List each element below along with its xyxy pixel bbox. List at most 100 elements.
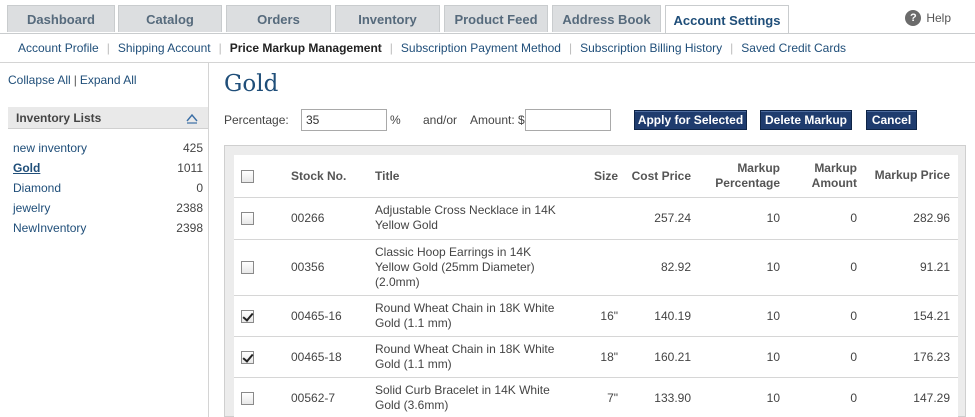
subnav-subscription-billing-history[interactable]: Subscription Billing History — [580, 41, 722, 55]
subnav-separator: | — [389, 41, 393, 55]
table-row[interactable]: 00465-16 Round Wheat Chain in 18K White … — [234, 295, 958, 337]
collapse-up-icon[interactable] — [186, 112, 198, 124]
col-size[interactable]: Size — [578, 155, 624, 198]
cell-markup-price: 91.21 — [863, 239, 958, 296]
row-checkbox[interactable] — [241, 212, 254, 226]
cell-title: Round Wheat Chain in 18K White Gold (1.1… — [363, 295, 578, 337]
row-checkbox[interactable] — [241, 261, 254, 275]
tab-product-feed[interactable]: Product Feed — [444, 5, 548, 32]
amount-label: Amount: $ — [470, 113, 525, 127]
inventory-item-diamond[interactable]: Diamond 0 — [13, 178, 203, 198]
cell-size — [578, 197, 624, 240]
percent-sign: % — [390, 113, 401, 127]
cell-cost-price: 160.21 — [624, 336, 697, 378]
cell-markup-amount: 0 — [786, 336, 863, 378]
inventory-item-jewelry[interactable]: jewelry 2388 — [13, 198, 203, 218]
subnav-subscription-payment-method[interactable]: Subscription Payment Method — [401, 41, 561, 55]
row-checkbox[interactable] — [241, 391, 254, 405]
cell-title: Classic Hoop Earrings in 14K Yellow Gold… — [363, 239, 578, 296]
col-markup-percentage[interactable]: Markup Percentage — [697, 155, 786, 198]
inventory-list: new inventory 425 Gold 1011 Diamond 0 je… — [13, 138, 203, 238]
cell-markup-price: 176.23 — [863, 336, 958, 378]
table-row[interactable]: 00562-7 Solid Curb Bracelet in 14K White… — [234, 377, 958, 417]
inventory-item-name[interactable]: Diamond — [13, 181, 61, 195]
inventory-item-name[interactable]: Gold — [13, 161, 40, 175]
cell-markup-percentage: 10 — [697, 239, 786, 296]
collapse-expand-links: Collapse All | Expand All — [8, 73, 137, 87]
inventory-item-count: 425 — [182, 141, 203, 155]
cell-stock-no: 00266 — [279, 197, 363, 240]
subnav-account-profile[interactable]: Account Profile — [18, 41, 99, 55]
sidebar: Collapse All | Expand All Inventory Lists … — [0, 63, 209, 417]
cell-markup-amount: 0 — [786, 377, 863, 417]
collapse-all-link[interactable]: Collapse All — [8, 73, 71, 87]
table-row[interactable]: 00266 Adjustable Cross Necklace in 14K Y… — [234, 197, 958, 240]
cell-stock-no: 00356 — [279, 239, 363, 296]
tab-inventory[interactable]: Inventory — [335, 5, 440, 32]
inventory-lists-header[interactable]: Inventory Lists — [8, 107, 208, 129]
cell-title: Solid Curb Bracelet in 14K White Gold (3… — [363, 377, 578, 417]
inventory-item-count: 2398 — [176, 221, 203, 235]
col-cost-price[interactable]: Cost Price — [624, 155, 697, 198]
sub-navigation: Account Profile | Shipping Account | Pri… — [0, 33, 975, 63]
cell-markup-amount: 0 — [786, 295, 863, 337]
cell-stock-no: 00465-16 — [279, 295, 363, 337]
cell-markup-amount: 0 — [786, 239, 863, 296]
apply-for-selected-button[interactable]: Apply for Selected — [634, 110, 747, 130]
col-markup-amount[interactable]: Markup Amount — [786, 155, 863, 198]
table-header-row: Stock No. Title Size Cost Price Markup P… — [234, 155, 958, 198]
delete-markup-button[interactable]: Delete Markup — [760, 110, 852, 130]
amount-input[interactable] — [525, 109, 611, 131]
tab-orders[interactable]: Orders — [226, 5, 331, 32]
row-checkbox[interactable] — [241, 350, 254, 364]
inventory-item-name[interactable]: jewelry — [13, 201, 50, 215]
row-checkbox[interactable] — [241, 309, 254, 323]
cell-size: 18" — [578, 336, 624, 378]
inventory-item-name[interactable]: new inventory — [13, 141, 87, 155]
help-label: Help — [926, 11, 951, 25]
cell-cost-price: 133.90 — [624, 377, 697, 417]
table-row[interactable]: 00356 Classic Hoop Earrings in 14K Yello… — [234, 239, 958, 296]
cell-markup-price: 154.21 — [863, 295, 958, 337]
subnav-price-markup-management[interactable]: Price Markup Management — [230, 41, 382, 55]
main-content: Gold Percentage: % and/or Amount: $ Appl… — [210, 63, 975, 417]
subnav-separator: | — [730, 41, 734, 55]
percentage-input[interactable] — [301, 109, 387, 131]
col-markup-price[interactable]: Markup Price — [863, 155, 958, 198]
inventory-item-count: 2388 — [176, 201, 203, 215]
tab-account-settings[interactable]: Account Settings — [665, 5, 789, 34]
cell-markup-percentage: 10 — [697, 377, 786, 417]
tab-address-book[interactable]: Address Book — [552, 5, 661, 32]
percentage-label: Percentage: — [224, 113, 289, 127]
cell-markup-amount: 0 — [786, 197, 863, 240]
inventory-item-count: 1011 — [177, 161, 203, 175]
tab-catalog[interactable]: Catalog — [118, 5, 222, 32]
inventory-item-newinventory[interactable]: NewInventory 2398 — [13, 218, 203, 238]
subnav-saved-credit-cards[interactable]: Saved Credit Cards — [741, 41, 846, 55]
link-separator: | — [73, 73, 77, 87]
markup-grid: Stock No. Title Size Cost Price Markup P… — [224, 145, 966, 417]
subnav-separator: | — [106, 41, 110, 55]
col-title[interactable]: Title — [363, 155, 578, 198]
cell-size: 7" — [578, 377, 624, 417]
table-row[interactable]: 00465-18 Round Wheat Chain in 18K White … — [234, 336, 958, 378]
inventory-lists-title: Inventory Lists — [16, 110, 102, 125]
expand-all-link[interactable]: Expand All — [80, 73, 137, 87]
cell-markup-price: 282.96 — [863, 197, 958, 240]
tab-dashboard[interactable]: Dashboard — [7, 5, 115, 32]
inventory-item-gold[interactable]: Gold 1011 — [13, 158, 203, 178]
top-tab-bar: Dashboard Catalog Orders Inventory Produ… — [0, 0, 975, 34]
subnav-shipping-account[interactable]: Shipping Account — [118, 41, 211, 55]
subnav-separator: | — [218, 41, 222, 55]
inventory-item-new-inventory[interactable]: new inventory 425 — [13, 138, 203, 158]
cancel-button[interactable]: Cancel — [866, 110, 917, 130]
page-title: Gold — [224, 71, 279, 97]
help-link[interactable]: ? Help — [905, 10, 951, 26]
col-stock-no[interactable]: Stock No. — [279, 155, 363, 198]
select-all-checkbox[interactable] — [241, 169, 254, 183]
andor-label: and/or — [423, 113, 458, 127]
cell-cost-price: 257.24 — [624, 197, 697, 240]
cell-title: Round Wheat Chain in 18K White Gold (1.1… — [363, 336, 578, 378]
inventory-item-name[interactable]: NewInventory — [13, 221, 86, 235]
help-icon: ? — [905, 10, 922, 26]
